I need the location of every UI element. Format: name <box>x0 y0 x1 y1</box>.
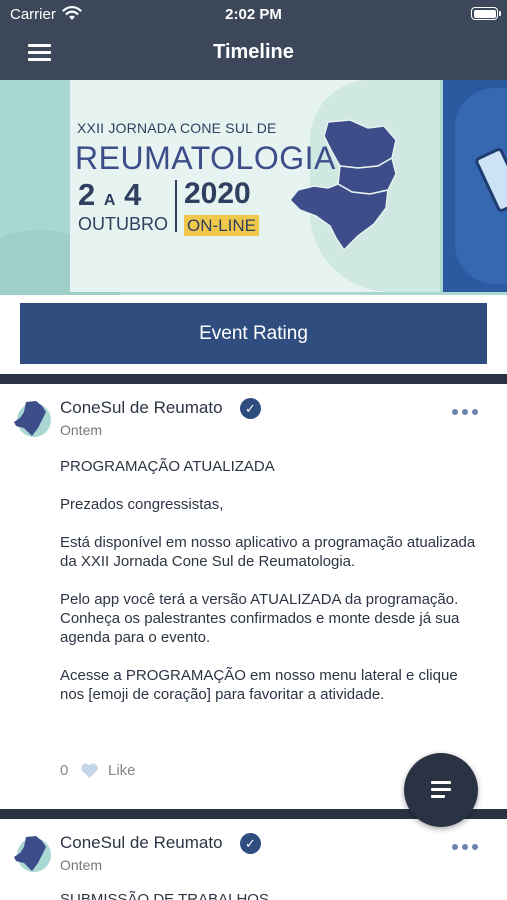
section-separator <box>0 374 507 384</box>
filter-fab-button[interactable] <box>404 753 478 827</box>
post-paragraph: Acesse a PROGRAMAÇÃO em nosso menu later… <box>60 667 458 703</box>
post-body: SUBMISSÃO DE TRABALHOS <box>60 890 480 900</box>
post-timestamp: Ontem <box>60 857 103 873</box>
avatar[interactable] <box>12 398 54 440</box>
banner-card: XXII JORNADA CONE SUL DE REUMATOLOGIA 2 … <box>70 80 440 292</box>
post-paragraph: Pelo app você terá a versão ATUALIZADA d… <box>60 591 460 646</box>
like-count: 0 <box>60 762 69 779</box>
post-body: PROGRAMAÇÃO ATUALIZADA Prezados congress… <box>60 457 480 723</box>
nav-bar: Timeline <box>0 28 507 80</box>
map-illustration-icon <box>288 119 397 252</box>
banner-online-tag: ON-LINE <box>184 215 259 236</box>
post-paragraph: Prezados congressistas, <box>60 496 224 513</box>
banner-dates: 2 A 4 <box>78 177 142 212</box>
post-header: ConeSul de Reumato ✓ Ontem <box>0 829 507 879</box>
more-options-icon[interactable] <box>450 406 480 418</box>
banner-year: 2020 <box>184 177 251 210</box>
post-timestamp: Ontem <box>60 422 103 438</box>
banner-event-edition: XXII JORNADA CONE SUL DE <box>77 120 277 136</box>
like-button[interactable]: Like <box>108 762 136 779</box>
page-title: Timeline <box>213 41 294 63</box>
status-time: 2:02 PM <box>225 6 282 23</box>
post-paragraph: Está disponível em nosso aplicativo a pr… <box>60 534 476 570</box>
heart-icon[interactable] <box>80 762 99 779</box>
more-options-icon[interactable] <box>450 841 480 853</box>
event-banner[interactable]: XXII JORNADA CONE SUL DE REUMATOLOGIA 2 … <box>0 80 507 295</box>
verified-check-icon: ✓ <box>240 398 261 419</box>
banner-side-panel <box>443 80 507 292</box>
verified-check-icon: ✓ <box>240 833 261 854</box>
banner-month: OUTUBRO <box>78 214 168 234</box>
battery-icon <box>471 7 501 20</box>
status-bar: Carrier 2:02 PM <box>0 0 507 28</box>
post-author[interactable]: ConeSul de Reumato <box>60 833 223 853</box>
post-paragraph: PROGRAMAÇÃO ATUALIZADA <box>60 458 275 475</box>
post-paragraph: SUBMISSÃO DE TRABALHOS <box>60 891 269 900</box>
event-rating-button[interactable]: Event Rating <box>20 303 487 364</box>
post-header: ConeSul de Reumato ✓ Ontem <box>0 394 507 444</box>
avatar[interactable] <box>12 833 54 875</box>
post-author[interactable]: ConeSul de Reumato <box>60 398 223 418</box>
